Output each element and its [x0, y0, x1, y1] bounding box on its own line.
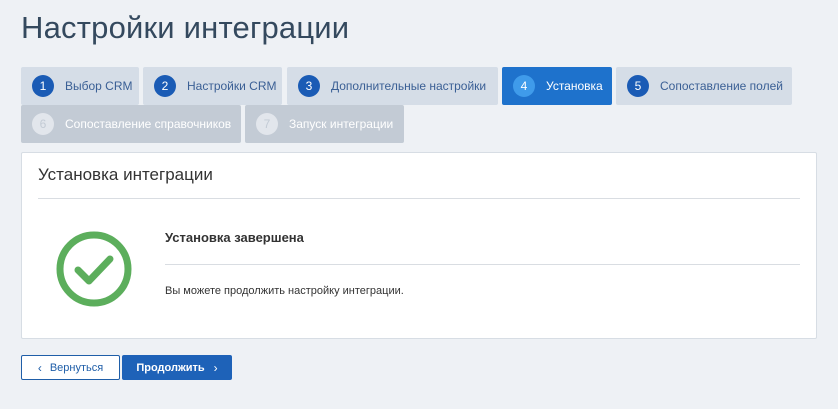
step-select-crm[interactable]: 1 Выбор CRM — [21, 67, 139, 105]
back-button-label: Вернуться — [49, 361, 104, 374]
status-title: Установка завершена — [165, 230, 304, 245]
step-label: Настройки CRM — [187, 79, 277, 93]
check-circle-icon — [56, 231, 132, 307]
step-number: 2 — [154, 75, 176, 97]
page-title: Настройки интеграции — [21, 10, 350, 45]
step-launch-integration[interactable]: 7 Запуск интеграции — [245, 105, 404, 143]
step-crm-settings[interactable]: 2 Настройки CRM — [143, 67, 282, 105]
status-text: Вы можете продолжить настройку интеграци… — [165, 285, 404, 297]
card-title: Установка интеграции — [38, 165, 213, 184]
step-label: Сопоставление справочников — [65, 117, 232, 131]
step-installation[interactable]: 4 Установка — [502, 67, 612, 105]
step-additional-settings[interactable]: 3 Дополнительные настройки — [287, 67, 498, 105]
step-label: Установка — [546, 79, 603, 93]
step-number: 3 — [298, 75, 320, 97]
chevron-left-icon: ‹ — [37, 360, 42, 375]
step-label: Дополнительные настройки — [331, 79, 487, 93]
step-number: 5 — [627, 75, 649, 97]
step-label: Запуск интеграции — [289, 117, 394, 131]
card-divider — [38, 198, 800, 199]
step-label: Сопоставление полей — [660, 79, 783, 93]
step-reference-mapping[interactable]: 6 Сопоставление справочников — [21, 105, 241, 143]
chevron-right-icon: › — [213, 360, 218, 375]
step-field-mapping[interactable]: 5 Сопоставление полей — [616, 67, 792, 105]
back-button[interactable]: ‹ Вернуться — [21, 355, 120, 380]
step-number: 7 — [256, 113, 278, 135]
status-divider — [165, 264, 800, 265]
step-number: 1 — [32, 75, 54, 97]
installation-card: Установка интеграции Установка завершена… — [21, 152, 817, 339]
continue-button-label: Продолжить — [136, 361, 205, 374]
step-number: 4 — [513, 75, 535, 97]
step-label: Выбор CRM — [65, 79, 133, 93]
continue-button[interactable]: Продолжить › — [122, 355, 232, 380]
step-number: 6 — [32, 113, 54, 135]
